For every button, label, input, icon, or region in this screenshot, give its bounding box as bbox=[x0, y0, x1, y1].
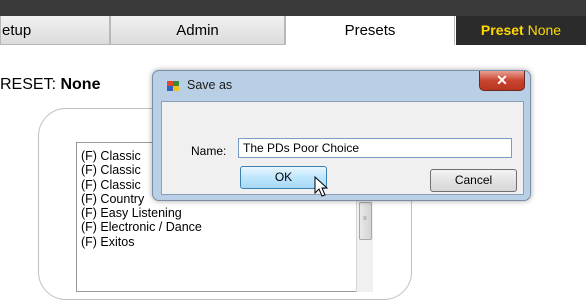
list-item[interactable]: (F) Easy Listening bbox=[81, 206, 202, 220]
current-preset-value: None bbox=[60, 76, 101, 93]
tab-presets[interactable]: Presets bbox=[285, 16, 455, 45]
scroll-thumb[interactable]: ≡ bbox=[359, 202, 372, 240]
grip-icon: ≡ bbox=[363, 216, 367, 222]
dialog-body: Name: OK Cancel bbox=[161, 101, 524, 195]
close-button[interactable]: ✕ bbox=[479, 71, 525, 91]
cancel-button[interactable]: Cancel bbox=[430, 169, 517, 192]
tab-setup[interactable]: etup bbox=[0, 16, 110, 45]
top-bar bbox=[0, 0, 586, 16]
dialog-title: Save as bbox=[187, 78, 233, 92]
mouse-pointer-icon bbox=[314, 176, 328, 197]
list-item[interactable]: (F) Electronic / Dance bbox=[81, 220, 202, 234]
tab-admin[interactable]: Admin bbox=[110, 16, 285, 45]
current-preset-prefix: RESET: bbox=[0, 76, 57, 93]
window-icon bbox=[167, 81, 179, 91]
name-label: Name: bbox=[191, 144, 227, 158]
save-as-dialog: Save as ✕ Name: OK Cancel bbox=[152, 70, 531, 201]
preset-indicator-value: None bbox=[527, 22, 562, 38]
tab-strip: etup Admin Presets Preset None bbox=[0, 16, 586, 46]
preset-indicator-label: Preset bbox=[480, 22, 524, 38]
preset-indicator: Preset None bbox=[456, 16, 586, 45]
close-icon: ✕ bbox=[496, 72, 508, 88]
list-item[interactable]: (F) Exitos bbox=[81, 235, 202, 249]
current-preset-label: RESET: None bbox=[0, 76, 100, 94]
name-input[interactable] bbox=[238, 138, 512, 158]
